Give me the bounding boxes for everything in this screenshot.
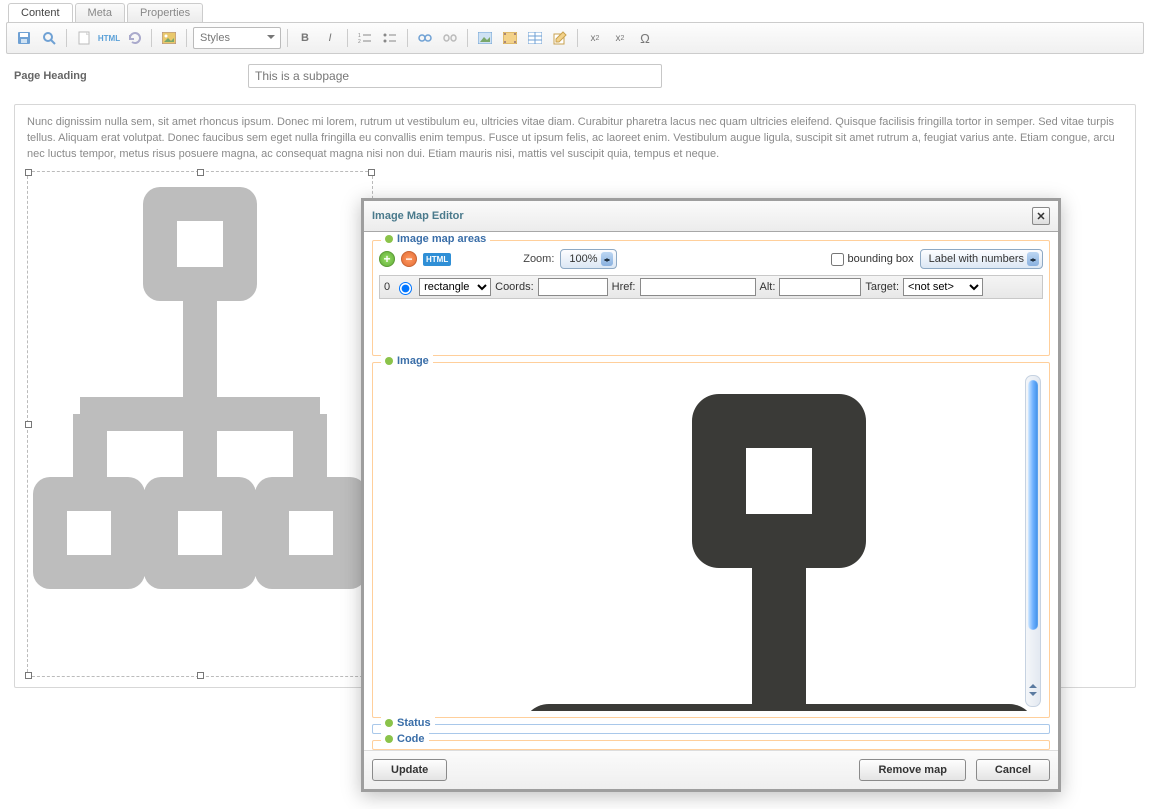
source-icon[interactable]: HTML <box>98 27 120 49</box>
tab-content[interactable]: Content <box>8 3 73 22</box>
tab-meta[interactable]: Meta <box>75 3 125 22</box>
area-radio[interactable] <box>399 282 412 295</box>
styles-select[interactable]: Styles <box>193 27 281 49</box>
find-icon[interactable] <box>38 27 60 49</box>
bounding-box-input[interactable] <box>831 253 844 266</box>
area-index: 0 <box>384 281 390 293</box>
svg-text:2: 2 <box>358 39 361 44</box>
page-heading-label: Page Heading <box>14 70 234 82</box>
status-legend: Status <box>381 717 435 729</box>
areas-legend: Image map areas <box>381 233 490 245</box>
bounding-box-checkbox[interactable]: bounding box <box>831 253 914 266</box>
status-fieldset: Status <box>372 724 1050 734</box>
save-icon[interactable] <box>13 27 35 49</box>
selected-image[interactable] <box>27 171 373 677</box>
edit-icon[interactable] <box>549 27 571 49</box>
alt-label: Alt: <box>760 281 776 293</box>
href-input[interactable] <box>640 278 756 296</box>
dialog-footer: Update Remove map Cancel <box>364 750 1058 789</box>
href-label: Href: <box>612 281 636 293</box>
zoom-select[interactable]: 100% <box>560 249 616 269</box>
image-scroll-area[interactable] <box>379 371 1043 711</box>
picture-icon[interactable] <box>474 27 496 49</box>
vertical-scrollbar[interactable] <box>1025 375 1041 707</box>
image-fieldset: Image <box>372 362 1050 718</box>
coords-input[interactable] <box>538 278 608 296</box>
list-ul-icon[interactable] <box>379 27 401 49</box>
zoom-value: 100% <box>569 253 597 265</box>
bounding-box-label: bounding box <box>848 253 914 265</box>
add-area-icon[interactable]: + <box>379 251 395 267</box>
dialog-title: Image Map Editor <box>372 210 464 222</box>
list-ol-icon[interactable]: 12 <box>354 27 376 49</box>
page-heading-row: Page Heading <box>0 54 1150 98</box>
scroll-down-icon[interactable] <box>1029 692 1037 700</box>
dialog-titlebar: Image Map Editor ✕ <box>364 201 1058 232</box>
areas-fieldset: Image map areas + − HTML Zoom: 100% boun… <box>372 240 1050 356</box>
media-icon[interactable] <box>499 27 521 49</box>
editor-toolbar: HTML Styles B I 12 x2 x2 Ω <box>6 22 1144 54</box>
alt-input[interactable] <box>779 278 861 296</box>
special-char-icon[interactable]: Ω <box>634 27 656 49</box>
unlink-icon[interactable] <box>439 27 461 49</box>
scroll-up-icon[interactable] <box>1029 680 1037 688</box>
page-heading-input[interactable] <box>248 64 662 88</box>
cancel-button[interactable]: Cancel <box>976 759 1050 781</box>
shape-select[interactable]: rectangle <box>419 278 491 296</box>
body-text: Nunc dignissim nulla sem, sit amet rhonc… <box>27 115 1123 163</box>
subscript-icon[interactable]: x2 <box>584 27 606 49</box>
zoom-label: Zoom: <box>523 253 554 265</box>
label-mode-value: Label with numbers <box>929 253 1024 265</box>
html-icon[interactable]: HTML <box>423 253 451 266</box>
update-button[interactable]: Update <box>372 759 447 781</box>
tab-bar: Content Meta Properties <box>0 0 1150 22</box>
coords-label: Coords: <box>495 281 534 293</box>
preview-image[interactable] <box>469 391 1043 711</box>
remove-map-button[interactable]: Remove map <box>859 759 965 781</box>
tab-properties[interactable]: Properties <box>127 3 203 22</box>
remove-area-icon[interactable]: − <box>401 251 417 267</box>
area-row: 0 rectangle Coords: Href: Alt: Target: <… <box>379 275 1043 299</box>
code-fieldset: Code <box>372 740 1050 750</box>
italic-icon[interactable]: I <box>319 27 341 49</box>
link-icon[interactable] <box>414 27 436 49</box>
styles-label: Styles <box>200 32 230 44</box>
image-map-editor-dialog: Image Map Editor ✕ Image map areas + − H… <box>361 198 1061 792</box>
target-label: Target: <box>865 281 899 293</box>
label-mode-select[interactable]: Label with numbers <box>920 249 1043 269</box>
close-icon[interactable]: ✕ <box>1032 207 1050 225</box>
table-icon[interactable] <box>524 27 546 49</box>
image-icon[interactable] <box>158 27 180 49</box>
superscript-icon[interactable]: x2 <box>609 27 631 49</box>
image-legend: Image <box>381 355 433 367</box>
page-icon[interactable] <box>73 27 95 49</box>
scrollbar-thumb[interactable] <box>1028 380 1038 630</box>
target-select[interactable]: <not set> <box>903 278 983 296</box>
undo-icon[interactable] <box>123 27 145 49</box>
bold-icon[interactable]: B <box>294 27 316 49</box>
org-chart-image <box>30 174 370 674</box>
code-legend: Code <box>381 733 429 745</box>
image-preview-pane <box>379 371 1043 711</box>
